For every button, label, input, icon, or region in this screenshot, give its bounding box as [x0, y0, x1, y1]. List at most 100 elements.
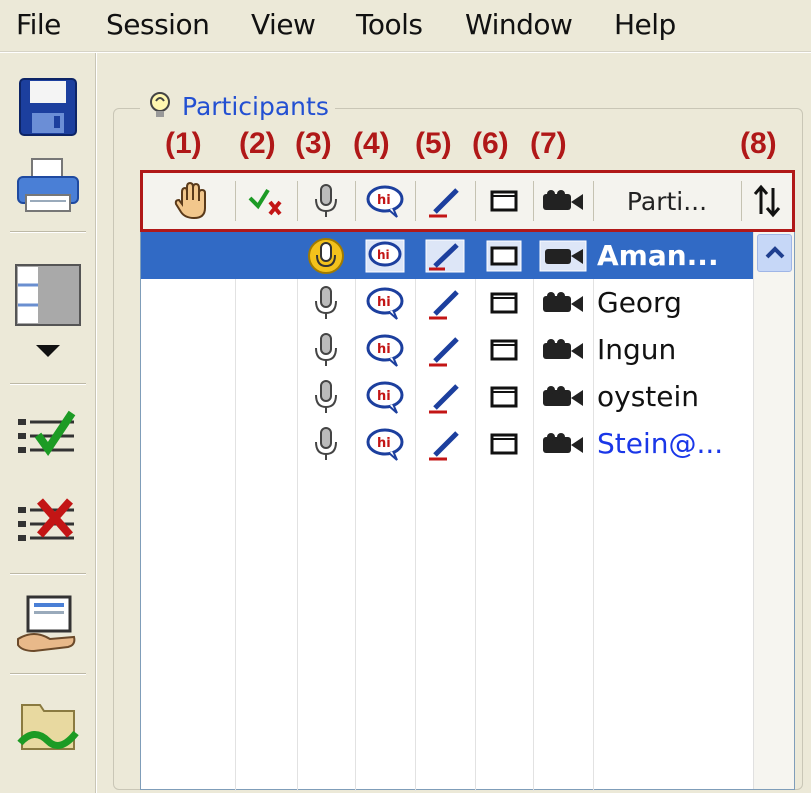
window-icon — [490, 433, 518, 454]
participants-title: Participants — [140, 88, 335, 124]
toolbar-separator — [10, 383, 86, 385]
svg-text:hi: hi — [377, 436, 391, 451]
header-raise-hand[interactable] — [151, 171, 231, 231]
annotation-1: (1) — [165, 127, 202, 160]
row-mic-cell[interactable] — [297, 420, 355, 467]
row-pen-cell[interactable] — [415, 279, 475, 326]
participant-list[interactable]: hi Parti... hi Aman... hi Georg hi Ingun… — [140, 170, 795, 791]
camera-icon — [543, 338, 583, 359]
header-approve-reject[interactable] — [237, 171, 295, 231]
camera-icon — [543, 291, 583, 312]
row-chat-cell[interactable]: hi — [355, 232, 415, 279]
row-mic-cell[interactable] — [297, 373, 355, 420]
approve-button[interactable] — [14, 405, 82, 469]
header-sort[interactable] — [741, 171, 793, 231]
row-camera-cell[interactable] — [533, 420, 593, 467]
svg-text:hi: hi — [377, 295, 391, 310]
pen-icon — [429, 383, 459, 413]
annotation-3: (3) — [295, 127, 332, 160]
chat-icon: hi — [365, 239, 405, 272]
window-icon — [490, 190, 518, 212]
pen-icon — [429, 336, 459, 366]
menu-file[interactable]: File — [16, 8, 61, 41]
participant-row[interactable]: hi — [141, 420, 753, 467]
reject-button[interactable] — [14, 493, 82, 557]
share-screen-button[interactable] — [14, 593, 82, 657]
participant-row[interactable]: hi — [141, 326, 753, 373]
annotation-7: (7) — [530, 127, 567, 160]
chat-icon: hi — [366, 428, 404, 461]
row-pen-cell[interactable] — [415, 232, 475, 279]
participant-row[interactable]: hi — [141, 232, 753, 279]
participant-row[interactable]: hi — [141, 373, 753, 420]
participants-title-text: Participants — [182, 91, 329, 121]
annotation-4: (4) — [353, 127, 390, 160]
chat-icon: hi — [366, 381, 404, 414]
header-chat[interactable]: hi — [355, 171, 415, 231]
left-toolbar — [0, 53, 96, 793]
list-header: hi Parti... — [141, 171, 794, 231]
save-icon — [19, 78, 77, 136]
row-chat-cell[interactable]: hi — [355, 420, 415, 467]
window-icon — [490, 339, 518, 360]
approve-reject-icon — [248, 188, 282, 216]
header-participant-name[interactable]: Parti... — [593, 171, 741, 231]
row-camera-cell[interactable] — [533, 232, 593, 279]
vertical-scrollbar[interactable] — [753, 231, 794, 789]
row-mic-cell[interactable] — [297, 232, 355, 279]
header-pen[interactable] — [415, 171, 475, 231]
svg-text:hi: hi — [377, 248, 390, 262]
microphone-icon — [315, 184, 337, 217]
row-camera-cell[interactable] — [533, 373, 593, 420]
row-pen-cell[interactable] — [415, 420, 475, 467]
menu-help[interactable]: Help — [614, 8, 676, 41]
menu-session[interactable]: Session — [106, 8, 210, 41]
row-window-cell[interactable] — [475, 279, 533, 326]
microphone-icon — [315, 426, 337, 460]
chat-icon: hi — [366, 185, 404, 218]
layout-dropdown[interactable] — [14, 335, 82, 367]
window-icon — [490, 386, 518, 407]
row-camera-cell[interactable] — [533, 326, 593, 373]
menu-bar: File Session View Tools Window Help — [0, 0, 811, 52]
participant-row[interactable]: hi — [141, 279, 753, 326]
row-pen-cell[interactable] — [415, 326, 475, 373]
row-window-cell[interactable] — [475, 326, 533, 373]
header-microphone[interactable] — [297, 171, 355, 231]
row-chat-cell[interactable]: hi — [355, 326, 415, 373]
sort-icon — [753, 184, 781, 218]
header-camera[interactable] — [533, 171, 593, 231]
microphone-active-icon — [308, 237, 344, 274]
window-icon — [486, 240, 522, 271]
menu-tools[interactable]: Tools — [356, 8, 423, 41]
menu-view[interactable]: View — [251, 8, 316, 41]
layout-button[interactable] — [14, 263, 82, 327]
participant-name: Stein@... — [597, 427, 724, 460]
scroll-up-button[interactable] — [757, 234, 792, 272]
menu-window[interactable]: Window — [465, 8, 573, 41]
print-icon — [17, 158, 79, 212]
print-button[interactable] — [14, 153, 82, 217]
participant-name: Georg — [597, 286, 682, 319]
participant-name: Aman... — [597, 239, 719, 272]
chat-icon: hi — [366, 287, 404, 320]
pen-icon — [429, 289, 459, 319]
reject-list-icon — [18, 498, 74, 541]
window-icon — [490, 292, 518, 313]
camera-icon — [543, 432, 583, 453]
dropdown-arrow-icon — [36, 345, 60, 357]
header-window[interactable] — [475, 171, 533, 231]
annotation-5: (5) — [415, 127, 452, 160]
row-pen-cell[interactable] — [415, 373, 475, 420]
row-window-cell[interactable] — [475, 373, 533, 420]
save-button[interactable] — [14, 75, 82, 139]
row-mic-cell[interactable] — [297, 279, 355, 326]
row-window-cell[interactable] — [475, 420, 533, 467]
row-chat-cell[interactable]: hi — [355, 373, 415, 420]
open-folder-button[interactable] — [14, 693, 82, 757]
camera-icon — [543, 385, 583, 406]
row-camera-cell[interactable] — [533, 279, 593, 326]
row-mic-cell[interactable] — [297, 326, 355, 373]
row-chat-cell[interactable]: hi — [355, 279, 415, 326]
row-window-cell[interactable] — [475, 232, 533, 279]
